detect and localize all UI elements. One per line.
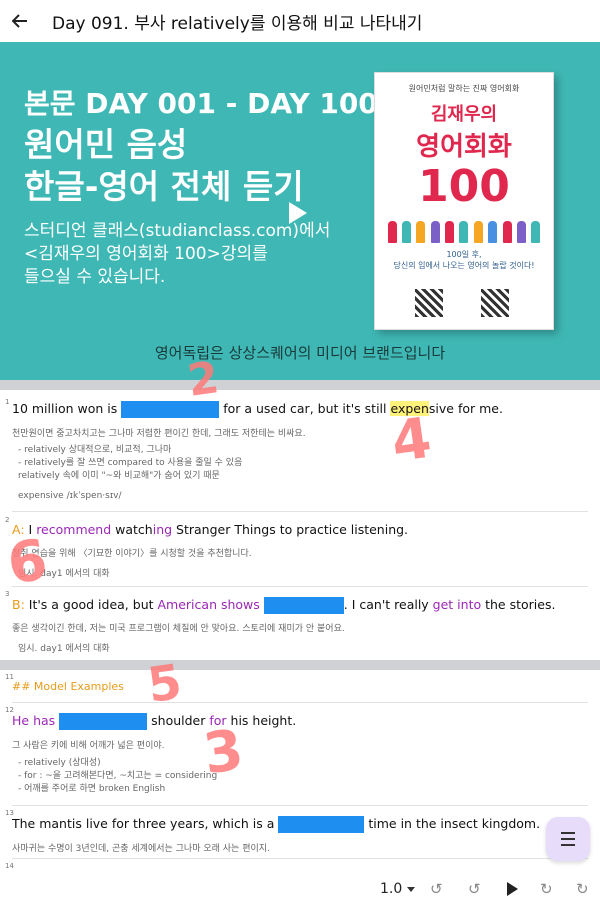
korean-translation: 사마귀는 수명이 3년인데, 곤충 세계에서는 그나마 오래 사는 편이지. [12,844,270,854]
book-title-2: 영어회화 [416,132,512,162]
sentence-text: the stories. [481,597,556,612]
sentence-text: sive for me. [428,401,503,416]
hero-line-2a: 원어민 음성 [24,125,188,164]
korean-translation: 천만원이면 중고차치고는 그나마 저렴한 편이긴 한데, 그래도 저한테는 비싸… [12,429,306,439]
audio-player-bar: 1.0 ↺ ↺ ↻ ↻ [0,868,600,908]
hero-line-2: 원어민 음성 한글-영어 전체 듣기 [24,124,304,208]
handwritten-mark: 6 [3,527,52,598]
video-thumbnail[interactable]: 본문 DAY 001 - DAY 100 원어민 음성 한글-영어 전체 듣기 … [0,42,600,380]
keyword-text: ing [152,522,173,537]
hero-line-3b: <김재우의 영어회화 100>강의를 [24,244,268,264]
row-divider [12,702,588,703]
line-number: 3 [5,590,10,598]
row-divider [12,586,588,587]
back-arrow-icon[interactable] [12,13,28,29]
row-divider [12,511,588,512]
hero-line-3: 스터디언 클래스(studianclass.com)에서 <김재우의 영어회화 … [24,220,330,289]
sentence: He has shoulder for his height. [12,713,296,730]
blank-box[interactable] [59,713,148,730]
blank-box[interactable] [263,597,344,614]
forward-5-icon[interactable]: ↻ [576,880,589,898]
hero-line-1: 본문 DAY 001 - DAY 100 [24,87,378,120]
book-tagline: 100일 후, 당신의 입에서 나오는 영어의 놀랍 것이다! [375,249,553,271]
row-divider [12,858,588,859]
sentence-text: The mantis live for three years, which i… [12,816,279,831]
line-number: 2 [5,516,10,524]
note: - for : ~을 고려해본다면, ~치고는 = considering [18,771,218,781]
blank-box[interactable] [278,816,365,833]
forward-icon[interactable]: ↻ [540,880,553,898]
section-heading: ## Model Examples [12,680,124,693]
book-cover: 원어민처럼 말하는 진짜 영어회화 김재우의 영어회화 100 100일 후, … [374,72,554,330]
keyword-text: get into [432,597,482,612]
book-tag-1: 100일 후, [446,250,482,259]
source-note: 임시. day1 에서의 대화 [18,644,110,654]
keyword-text: recommend [36,522,112,537]
menu-icon [561,832,575,846]
sentence-text: time in the insect kingdom. [364,816,541,831]
book-title-1: 김재우의 [430,104,498,125]
korean-translation: 그 사람은 키에 비해 어깨가 넓은 편이야. [12,741,165,751]
note: - relatively (상대성) [18,758,101,768]
page-title: Day 091. 부사 relatively를 이용해 비교 나타내기 [52,13,423,34]
dropdown-caret-icon[interactable] [407,887,415,892]
book-title-3: 100 [418,161,510,212]
keyword-text: He has [12,713,56,728]
korean-translation: 청취 연습을 위해 〈기묘한 이야기〉를 시청할 것을 추천합니다. [12,549,252,559]
note: - 어깨를 주어로 하면 broken English [18,784,166,794]
app-bar: Day 091. 부사 relatively를 이용해 비교 나타내기 [0,0,600,42]
section-divider [0,660,600,670]
sentence-text: It's a good idea, but [24,597,158,612]
qr-code-icon [415,289,443,317]
sentence-text: Stranger Things to practice listening. [172,522,409,537]
sentence: 10 million won is for a used car, but it… [12,401,503,418]
sentence: B: It's a good idea, but American shows … [12,597,555,614]
pronunciation: expensive /ɪkˈspen·sɪv/ [18,491,122,501]
sentence: A: I recommend watching Stranger Things … [12,522,408,537]
note: - relatively를 잘 쓰면 compared to 사용을 줄일 수 … [18,458,243,468]
play-icon[interactable] [289,202,307,224]
note: - relatively 상대적으로, 비교적, 그나마 [18,445,172,455]
line-number: 1 [5,398,10,406]
replay-5-icon[interactable]: ↺ [430,880,443,898]
hero-footer: 영어독립은 상상스퀘어의 미디어 브랜드입니다 [154,344,446,362]
menu-fab-button[interactable] [546,817,590,861]
book-publisher: 원어민처럼 말하는 진짜 영어회화 [408,84,520,93]
play-icon[interactable] [507,882,518,896]
keyword-text: American shows [157,597,260,612]
playback-speed[interactable]: 1.0 [380,881,402,897]
book-tag-2: 당신의 입에서 나오는 영어의 놀랍 것이다! [393,261,535,270]
row-divider [12,805,588,806]
qr-code-icon [481,289,509,317]
sentence-text: 10 million won is [12,401,122,416]
hero-line-3c: 들으실 수 있습니다. [24,267,166,287]
hero-line-2b: 한글-영어 전체 듣기 [24,167,304,206]
sentence: The mantis live for three years, which i… [12,816,540,833]
korean-translation: 좋은 생각이긴 한데, 저는 미국 프로그램이 체질에 안 맞아요. 스토리에 … [12,624,345,634]
replay-icon[interactable]: ↺ [468,880,481,898]
hero-line-3a: 스터디언 클래스(studianclass.com)에서 [24,221,331,241]
speaker-label: B: [12,597,25,612]
section-divider [0,380,600,390]
note: relatively 속에 이미 "~와 비교해"가 숨어 있기 때문 [18,471,220,481]
book-illustration [385,217,543,243]
sentence-text: for a used car, but it's still [219,401,391,416]
sentence-text: . I can't really [343,597,433,612]
sentence-text: watch [111,522,153,537]
